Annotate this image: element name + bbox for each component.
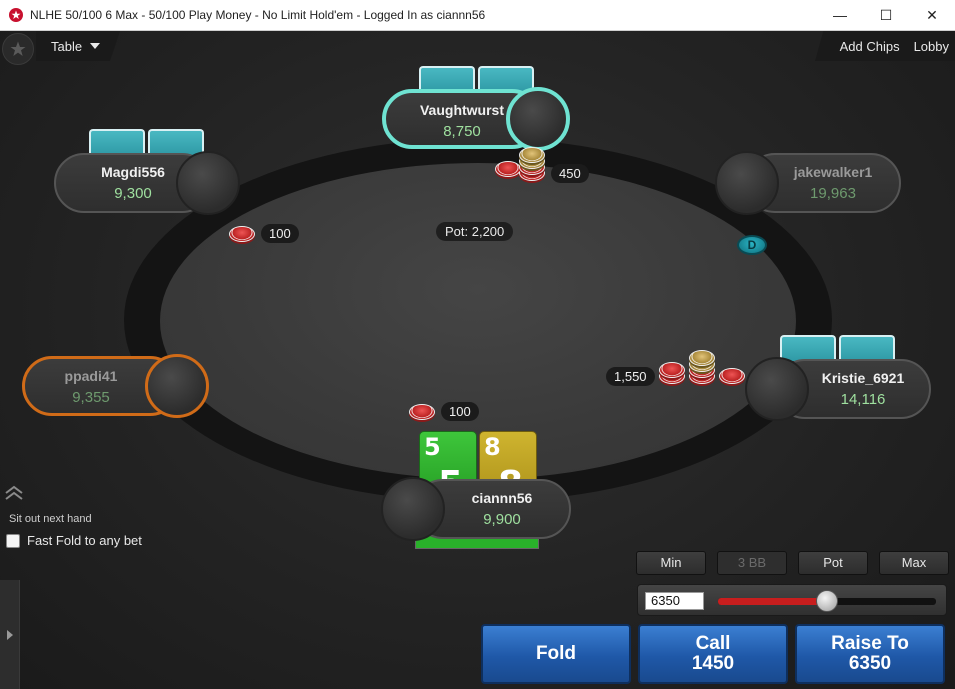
chip [409,403,435,420]
avatar [145,354,209,418]
preset-max-button[interactable]: Max [879,551,949,575]
seat-ppadi41[interactable]: ppadi41 9,355 [22,354,212,418]
card-back [839,335,895,361]
bet-hero: 100 [409,402,479,421]
bet-slider-fill [718,598,827,605]
seat-magdi556[interactable]: Magdi556 9,300 [54,151,242,215]
seat-vaughtwurst[interactable]: Vaughtwurst 8,750 [382,87,574,151]
card-back [780,335,836,361]
fast-fold-checkbox[interactable] [6,533,20,548]
chip-stack [688,349,719,384]
avatar [176,151,240,215]
maximize-button[interactable]: ☐ [863,0,909,31]
card-rank: 8 [484,433,501,461]
sit-out-next-hand[interactable]: Sit out next hand [9,513,92,525]
fast-fold-label: Fast Fold to any bet [27,533,142,548]
fast-fold-option[interactable]: Fast Fold to any bet [6,533,142,548]
expand-chevrons-icon[interactable] [4,485,24,501]
avatar [715,151,779,215]
fold-button[interactable]: Fold [481,624,631,684]
chip [688,349,715,366]
bet-magdi556: 100 [229,224,299,243]
close-button[interactable]: ✕ [909,0,955,31]
call-button[interactable]: Call 1450 [638,624,788,684]
chip [519,146,545,163]
chip [718,367,745,384]
bet-slider-panel: 6350 [637,584,947,616]
chip-stack [658,350,689,384]
top-right-menu: Add Chips Lobby [815,31,955,61]
card-rank: 5 [424,433,441,461]
dealer-button: D [737,235,767,255]
seat-kristie6921[interactable]: Kristie_6921 14,116 [745,357,931,421]
pot-display: Pot: 2,200 [436,222,514,241]
bet-amount: 450 [551,164,589,183]
table-felt [160,163,796,479]
poker-table-window: NLHE 50/100 6 Max - 50/100 Play Money - … [0,0,955,689]
call-amount: 1450 [691,653,735,674]
raise-button[interactable]: Raise To 6350 [795,624,945,684]
card-back [148,129,204,155]
caret-down-icon [90,43,101,49]
star-icon [10,41,26,56]
preset-min-button[interactable]: Min [636,551,706,575]
lobby-button[interactable]: Lobby [914,39,949,54]
title-bar: NLHE 50/100 6 Max - 50/100 Play Money - … [0,0,955,31]
preset-pot-button[interactable]: Pot [798,551,868,575]
bet-amount: 100 [441,402,479,421]
favorite-star-button[interactable] [2,33,34,65]
avatar [506,87,570,151]
raise-amount: 6350 [848,653,892,674]
bet-vaughtwurst: 450 [495,144,589,183]
avatar [745,357,809,421]
pokerstars-logo-icon [8,7,24,23]
chip-stack [519,146,549,181]
magdi-cards [89,129,204,155]
bet-amount: 1,550 [606,367,655,386]
bet-slider-thumb[interactable] [816,590,838,612]
preset-3bb-button[interactable]: 3 BB [717,551,787,575]
fold-label: Fold [535,643,577,664]
side-panel-toggle[interactable] [0,580,20,689]
bet-amount-input[interactable]: 6350 [645,592,704,610]
call-label: Call [695,633,731,654]
seat-jakewalker1[interactable]: jakewalker1 19,963 [715,151,901,215]
bet-kristie6921: 1,550 [604,347,749,386]
chip [229,225,255,242]
chip [495,160,521,177]
window-title: NLHE 50/100 6 Max - 50/100 Play Money - … [30,8,486,22]
avatar [381,477,445,541]
seat-hero: ciannn56 9,900 [381,477,571,541]
bet-amount: 100 [261,224,299,243]
table-menu[interactable]: Table [36,31,120,61]
chip-stack [718,350,749,384]
minimize-button[interactable]: — [817,0,863,31]
chevron-right-icon [6,629,13,640]
raise-label: Raise To [831,633,909,654]
card-back [89,129,145,155]
table-menu-label: Table [51,38,83,54]
add-chips-button[interactable]: Add Chips [840,39,900,54]
kristie-cards [780,335,895,361]
chip [658,361,685,378]
